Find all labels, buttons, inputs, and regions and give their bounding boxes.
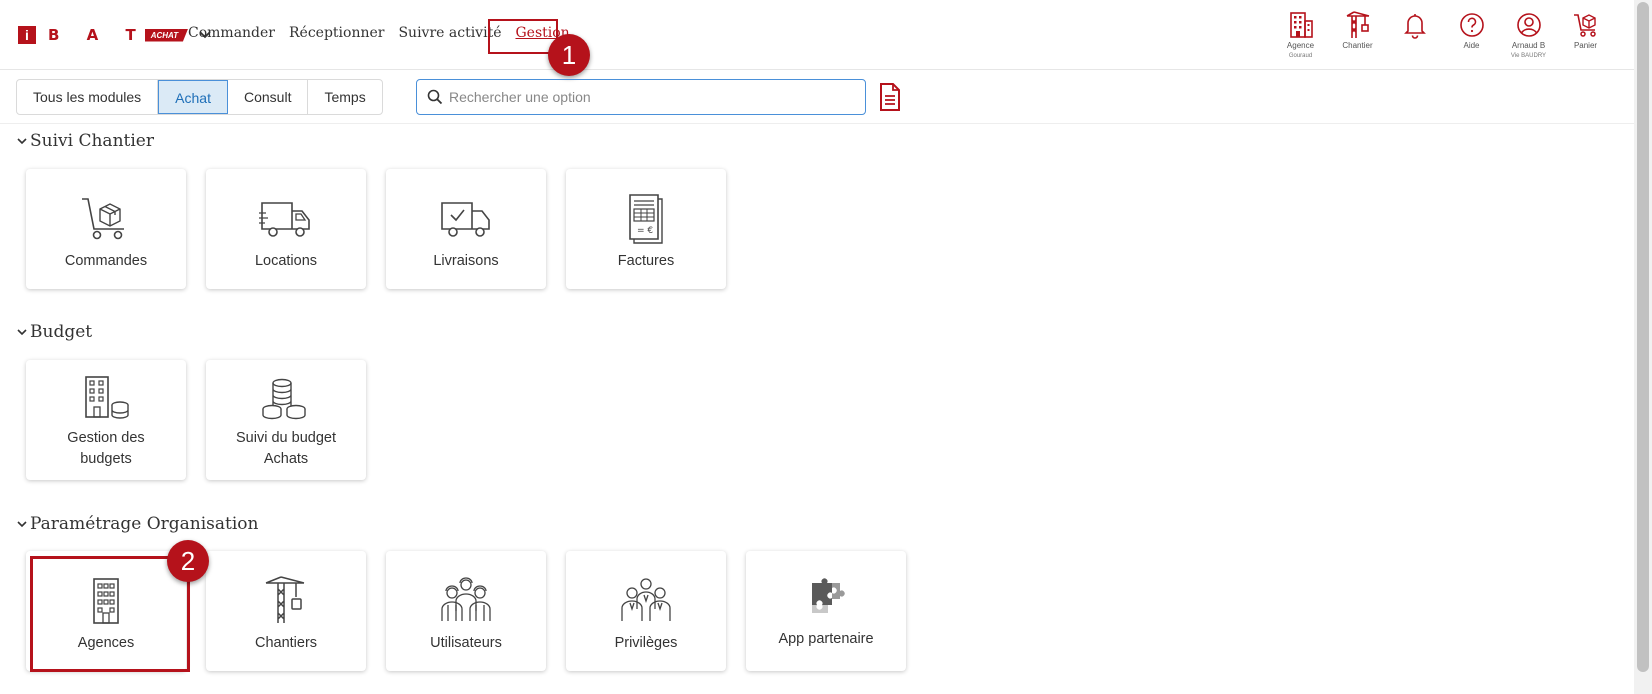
chantier-shortcut[interactable]: Chantier [1329, 10, 1386, 60]
help-label: Aide [1463, 41, 1480, 50]
step-badge-1: 1 [548, 34, 590, 76]
section-title: Paramétrage Organisation [30, 514, 259, 534]
scrollbar-thumb[interactable] [1637, 2, 1649, 672]
chevron-down-icon [17, 329, 27, 336]
card-label: Livraisons [433, 253, 499, 269]
card-label: Locations [254, 253, 318, 269]
section-title: Suivi Chantier [30, 131, 154, 151]
logo-badge: ACHAT [144, 28, 189, 42]
card-label: Gestion des budgets [67, 430, 145, 467]
card-label: Suivi du budget Achats [236, 430, 336, 467]
chevron-down-icon [17, 138, 27, 145]
logo-text: B A T [48, 26, 147, 44]
building-coins-icon [85, 376, 129, 419]
ibat-logo[interactable]: i B A T ACHAT [18, 26, 212, 44]
trolley-box-icon [82, 198, 124, 240]
help-icon [1459, 13, 1484, 37]
card-label: Privilèges [614, 635, 678, 651]
chevron-down-icon [17, 521, 27, 528]
building-icon [1289, 12, 1313, 38]
search-input[interactable] [449, 89, 849, 105]
step-badge-2: 2 [167, 540, 209, 582]
document-icon[interactable] [878, 82, 902, 112]
cart-icon [1573, 14, 1596, 37]
nav-receptionner[interactable]: Réceptionner [289, 25, 384, 41]
business-group-icon [621, 578, 671, 621]
user-menu[interactable]: Arnaud B Vie BAUDRY [1500, 10, 1557, 60]
card-label: Commandes [64, 253, 148, 269]
card-suivi-du-budget-achats[interactable]: Suivi du budget Achats [206, 360, 366, 480]
tab-temps[interactable]: Temps [308, 80, 381, 114]
user-sub: Vie BAUDRY [1510, 53, 1547, 59]
tab-achat[interactable]: Achat [158, 80, 228, 114]
highlight-agences [30, 556, 190, 672]
card-privileges[interactable]: Privilèges [566, 551, 726, 671]
puzzle-icon [812, 578, 845, 613]
card-app-partenaire[interactable]: App partenaire [746, 551, 906, 671]
truck-icon [259, 202, 310, 237]
card-locations[interactable]: Locations [206, 169, 366, 289]
card-label: Factures [617, 253, 675, 269]
top-navigation-bar: i B A T ACHAT Commander Réceptionner Sui… [0, 0, 1634, 70]
chantier-label: Chantier [1342, 41, 1373, 50]
tab-consult[interactable]: Consult [228, 80, 309, 114]
section-parametrage-toggle[interactable]: Paramétrage Organisation [16, 514, 258, 534]
workers-group-icon [441, 577, 491, 621]
cart-button[interactable]: Panier [1557, 10, 1614, 60]
section-title: Budget [30, 322, 93, 342]
agence-label: Agence [1286, 41, 1315, 50]
header-shortcuts: Agence Gouraud Chantier Aide Arnaud B Vi… [1272, 10, 1614, 60]
delivery-truck-check-icon [441, 202, 490, 237]
card-livraisons[interactable]: Livraisons [386, 169, 546, 289]
card-label: Chantiers [254, 635, 318, 651]
cart-label: Panier [1573, 41, 1598, 50]
invoice-icon: = € [629, 194, 663, 244]
agence-sub: Gouraud [1288, 53, 1313, 59]
header-divider [0, 123, 1634, 124]
logo-mark: i [18, 26, 36, 44]
card-chantiers[interactable]: Chantiers [206, 551, 366, 671]
section-suivi-chantier-toggle[interactable]: Suivi Chantier [16, 131, 154, 151]
search-box [416, 79, 866, 115]
card-commandes[interactable]: Commandes [26, 169, 186, 289]
module-tabs: Tous les modules Achat Consult Temps [16, 79, 383, 115]
svg-text:= €: = € [637, 226, 653, 236]
card-label: App partenaire [778, 631, 874, 647]
notifications-button[interactable] [1386, 10, 1443, 60]
coins-stack-icon [262, 378, 306, 420]
card-utilisateurs[interactable]: Utilisateurs [386, 551, 546, 671]
card-label: Utilisateurs [430, 635, 502, 651]
highlight-gestion [488, 19, 558, 54]
user-name: Arnaud B [1511, 41, 1546, 50]
agence-shortcut[interactable]: Agence Gouraud [1272, 10, 1329, 60]
section-budget-toggle[interactable]: Budget [16, 322, 92, 342]
card-factures[interactable]: = € Factures [566, 169, 726, 289]
help-button[interactable]: Aide [1443, 10, 1500, 60]
bell-icon [1403, 14, 1426, 39]
user-icon [1516, 13, 1541, 37]
card-gestion-des-budgets[interactable]: Gestion des budgets [26, 360, 186, 480]
crane-icon [265, 576, 305, 623]
nav-suivre-activite[interactable]: Suivre activité [398, 25, 501, 41]
vertical-scrollbar[interactable] [1634, 0, 1652, 694]
search-icon [427, 89, 443, 105]
tab-tous-les-modules[interactable]: Tous les modules [17, 80, 159, 114]
crane-icon [1346, 11, 1369, 38]
nav-commander[interactable]: Commander [188, 25, 275, 41]
